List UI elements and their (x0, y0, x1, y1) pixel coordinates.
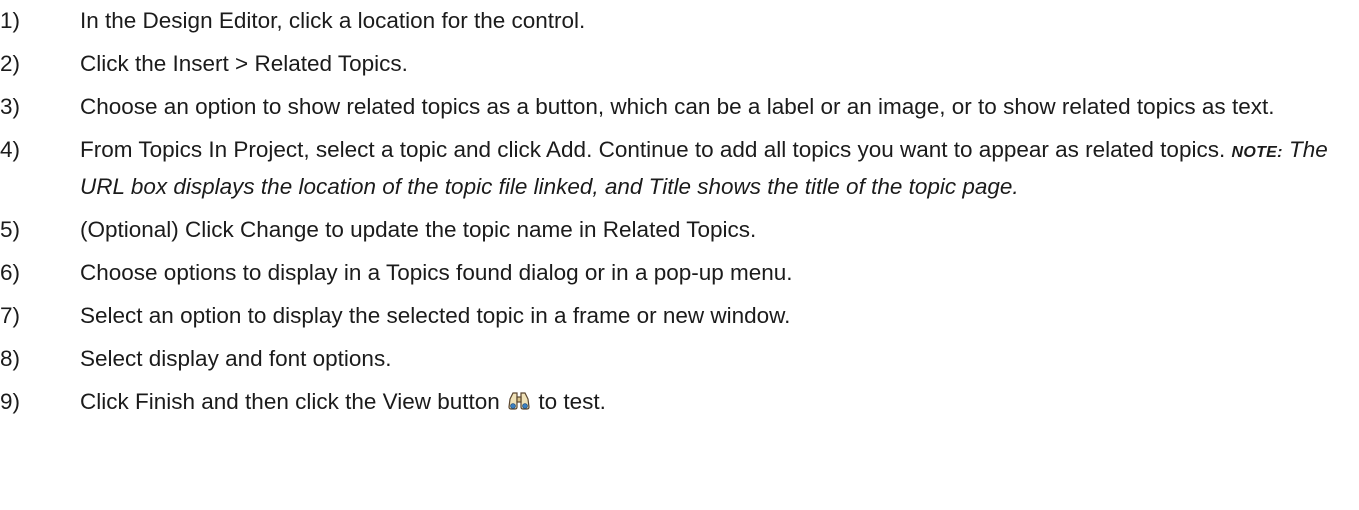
step-number: 2) (0, 51, 21, 76)
list-item: 2) Click the Insert > Related Topics. (0, 47, 1359, 81)
step-text-before: Click Finish and then click the View but… (80, 389, 500, 414)
list-item: 3) Choose an option to show related topi… (0, 90, 1359, 124)
step-number: 9) (0, 389, 21, 414)
list-item: 5) (Optional) Click Change to update the… (0, 213, 1359, 247)
binoculars-icon (508, 387, 530, 410)
list-item: 6) Choose options to display in a Topics… (0, 256, 1359, 290)
step-text: Choose an option to show related topics … (80, 94, 1275, 119)
list-item: 4) From Topics In Project, select a topi… (0, 133, 1359, 204)
step-number: 5) (0, 217, 21, 242)
step-text: From Topics In Project, select a topic a… (80, 137, 1226, 162)
step-text: (Optional) Click Change to update the to… (80, 217, 757, 242)
list-item: 8) Select display and font options. (0, 342, 1359, 376)
list-item: 9) Click Finish and then click the View … (0, 385, 1359, 419)
step-text: Select an option to display the selected… (80, 303, 791, 328)
step-text: Click the Insert > Related Topics. (80, 51, 408, 76)
step-number: 1) (0, 8, 21, 33)
instruction-steps: 1) In the Design Editor, click a locatio… (0, 0, 1359, 419)
step-text-after: to test. (538, 389, 606, 414)
step-number: 6) (0, 260, 21, 285)
step-number: 4) (0, 137, 21, 162)
step-text: Select display and font options. (80, 346, 392, 371)
step-text: In the Design Editor, click a location f… (80, 8, 586, 33)
step-number: 7) (0, 303, 21, 328)
step-number: 3) (0, 94, 21, 119)
step-number: 8) (0, 346, 21, 371)
note-label: NOTE: (1231, 144, 1283, 161)
list-item: 7) Select an option to display the selec… (0, 299, 1359, 333)
list-item: 1) In the Design Editor, click a locatio… (0, 4, 1359, 38)
step-text: Choose options to display in a Topics fo… (80, 260, 793, 285)
